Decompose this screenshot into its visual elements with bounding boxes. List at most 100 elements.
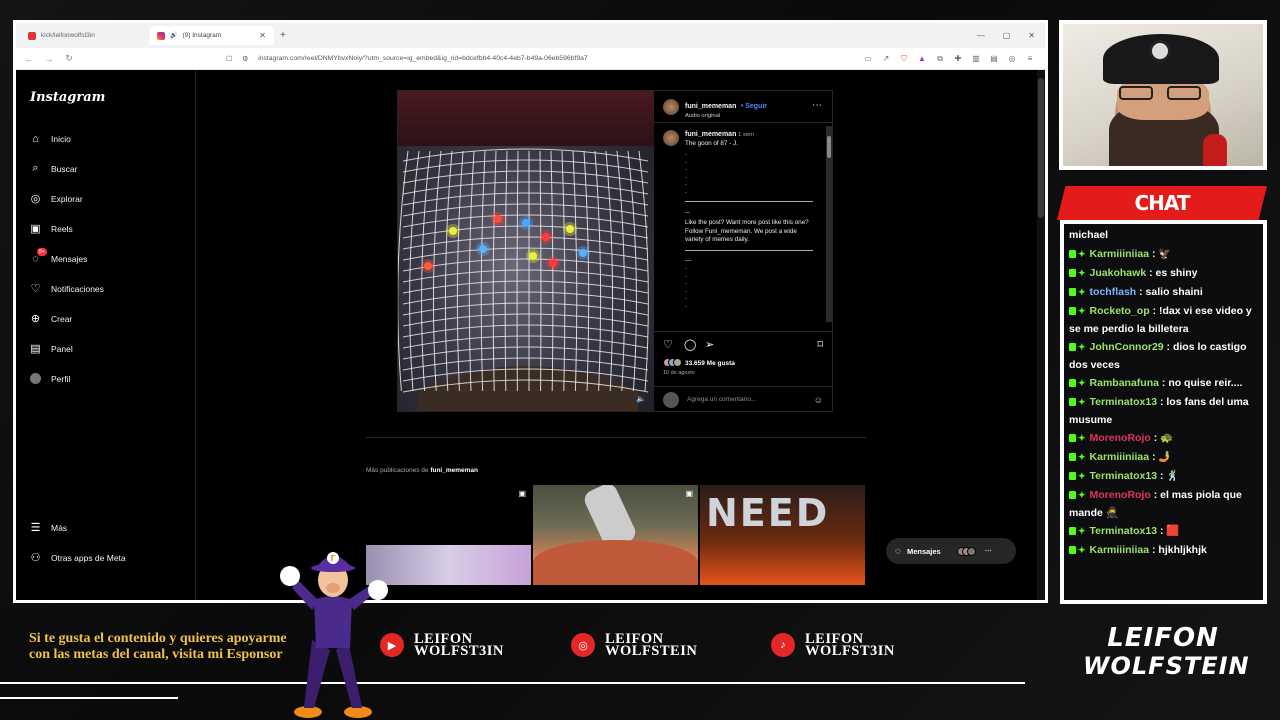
- instagram-logo[interactable]: Instagram: [30, 90, 105, 105]
- mute-icon[interactable]: 🔈: [636, 394, 646, 403]
- chat-username[interactable]: Rocketo_op: [1090, 305, 1150, 317]
- chat-username[interactable]: JohnConnor29: [1090, 341, 1164, 353]
- net-line: [504, 150, 508, 392]
- chat-username[interactable]: Karmiiiniiaa: [1090, 544, 1150, 556]
- chat-username[interactable]: Terminatox13: [1090, 396, 1158, 408]
- chat-text: : salio shaini: [1136, 286, 1203, 298]
- nav-panel[interactable]: ▤ Panel: [29, 342, 72, 355]
- puzzle-icon[interactable]: ✚: [953, 54, 963, 64]
- minimize-icon[interactable]: —: [977, 31, 985, 40]
- reel-video[interactable]: 🔈: [398, 91, 654, 411]
- more-post-thumbnail[interactable]: NEED: [700, 485, 865, 585]
- wallet-icon[interactable]: ▤: [989, 54, 999, 64]
- bookmark-icon[interactable]: ☐: [226, 55, 232, 63]
- new-tab-icon[interactable]: +: [280, 30, 286, 41]
- nav-notificaciones[interactable]: ♡ Notificaciones: [29, 282, 104, 295]
- chat-username[interactable]: michael: [1069, 229, 1108, 241]
- close-tab-icon[interactable]: ✕: [259, 31, 266, 40]
- more-posts-user[interactable]: funi_mememan: [430, 467, 478, 474]
- caption-username[interactable]: funi_mememan: [685, 131, 736, 138]
- nav-perfil[interactable]: Perfil: [29, 372, 70, 385]
- chat-username[interactable]: MorenoRojo: [1090, 489, 1151, 501]
- nav-crear[interactable]: ⊕ Crear: [29, 312, 72, 325]
- chat-message: ✦ JohnConnor29 : dios lo castigo dos vece…: [1069, 338, 1263, 374]
- chat-text: : hjkhljkhjk: [1149, 544, 1207, 556]
- share-icon[interactable]: ↗: [881, 54, 891, 64]
- emoji-icon[interactable]: ☺: [814, 395, 823, 405]
- net-line: [594, 150, 602, 392]
- forward-icon[interactable]: →: [42, 54, 56, 64]
- net-line: [583, 150, 590, 392]
- comment-box: Agrega un comentario... ☺: [654, 386, 832, 412]
- chat-username[interactable]: Karmiiiniiaa: [1090, 451, 1150, 463]
- messenger-icon: ◌: [895, 545, 901, 557]
- comment-icon[interactable]: ◯: [684, 338, 696, 351]
- tab-kick[interactable]: kick/leifonwolfst3in: [20, 26, 145, 45]
- like-icon[interactable]: ♡: [663, 338, 673, 351]
- tab-instagram[interactable]: 🔊 (9) Instagram ✕: [149, 26, 274, 45]
- likes-count[interactable]: 33.659 Me gusta: [663, 358, 735, 369]
- extensions-icon[interactable]: ⧉: [935, 54, 945, 64]
- follow-button[interactable]: • Seguir: [741, 103, 767, 110]
- social-tiktok[interactable]: ♪ LEIFON WOLFST3IN: [771, 632, 895, 658]
- social-youtube[interactable]: ▶ LEIFON WOLFST3IN: [380, 632, 504, 658]
- cast-icon[interactable]: ▭: [863, 54, 873, 64]
- comment-input[interactable]: Agrega un comentario...: [687, 396, 756, 403]
- chat-username[interactable]: tochflash: [1090, 286, 1137, 298]
- caption-scrollbar[interactable]: [826, 126, 832, 322]
- chat-username[interactable]: Terminatox13: [1090, 525, 1158, 537]
- more-posts-heading: Más publicaciones de funi_mememan: [366, 467, 478, 474]
- close-window-icon[interactable]: ✕: [1028, 31, 1035, 40]
- messages-label: Mensajes: [906, 546, 941, 556]
- back-icon[interactable]: ←: [22, 54, 36, 64]
- messages-button[interactable]: ◌ Mensajes ⋯: [886, 538, 1016, 564]
- chat-username[interactable]: Karmiiiniiaa: [1090, 248, 1150, 260]
- more-post-thumbnail[interactable]: ▣: [533, 485, 698, 585]
- more-posts-prefix: Más publicaciones de: [366, 467, 429, 474]
- instagram-page: Instagram ⌂ Inicio ⌕ Buscar ◎ Explorar ▣…: [16, 70, 1045, 600]
- chat-message: ✦ Terminatox13 : 🕺: [1069, 467, 1263, 486]
- url-field[interactable]: instagram.com/reel/DNMYbvxNoiy/?utm_sour…: [258, 55, 587, 62]
- glow-light: [566, 225, 574, 233]
- send-icon[interactable]: ➢: [705, 338, 714, 351]
- nav-reels[interactable]: ▣ Reels: [29, 222, 72, 235]
- more-options-icon[interactable]: ⋯: [812, 100, 822, 111]
- net-line: [402, 192, 649, 206]
- sparkle-icon: ✦: [1078, 433, 1086, 443]
- nav-explorar[interactable]: ◎ Explorar: [29, 192, 83, 205]
- maximize-icon[interactable]: ▢: [1003, 31, 1011, 40]
- rewards-icon[interactable]: ▲: [917, 54, 927, 64]
- caption-avatar[interactable]: [663, 130, 679, 146]
- audio-label[interactable]: Audio original: [685, 113, 767, 119]
- site-info-icon[interactable]: ⚙: [242, 55, 248, 63]
- nav-buscar[interactable]: ⌕ Buscar: [29, 162, 77, 175]
- nav-otras-apps[interactable]: ⚇ Otras apps de Meta: [29, 551, 126, 564]
- sidebar-icon[interactable]: ▥: [971, 54, 981, 64]
- nav-inicio[interactable]: ⌂ Inicio: [29, 132, 71, 145]
- net-line: [402, 258, 649, 272]
- brave-shield-icon[interactable]: ⛉: [899, 54, 909, 64]
- vpn-icon[interactable]: ◎: [1007, 54, 1017, 64]
- nav-mensajes[interactable]: ◌ 9+ Mensajes: [29, 248, 87, 265]
- author-username[interactable]: funi_mememan: [685, 103, 736, 110]
- chat-badge-icon: [1069, 527, 1076, 535]
- save-icon[interactable]: ⌑: [817, 338, 823, 351]
- page-scrollbar[interactable]: [1037, 70, 1045, 600]
- glow-light: [522, 219, 530, 227]
- menu-icon[interactable]: ≡: [1025, 54, 1035, 64]
- nav-mas[interactable]: ☰ Más: [29, 521, 68, 534]
- waluigi-mascot: Γ: [280, 552, 388, 718]
- net-line: [402, 269, 649, 283]
- chat-username[interactable]: Rambanafuna: [1090, 377, 1159, 389]
- author-avatar[interactable]: [663, 98, 679, 115]
- reload-icon[interactable]: ↻: [62, 53, 76, 64]
- reels-icon: ▣: [30, 223, 41, 235]
- social-instagram[interactable]: ◎ LEIFON WOLFSTEIN: [571, 632, 697, 658]
- menu-icon: ☰: [30, 522, 41, 534]
- chat-username[interactable]: MorenoRojo: [1090, 432, 1151, 444]
- plus-icon: ⊕: [30, 313, 41, 325]
- chat-username[interactable]: Juakohawk: [1090, 267, 1147, 279]
- chat-badge-icon: [1069, 472, 1076, 480]
- net-line: [516, 150, 519, 392]
- chat-username[interactable]: Terminatox13: [1090, 470, 1158, 482]
